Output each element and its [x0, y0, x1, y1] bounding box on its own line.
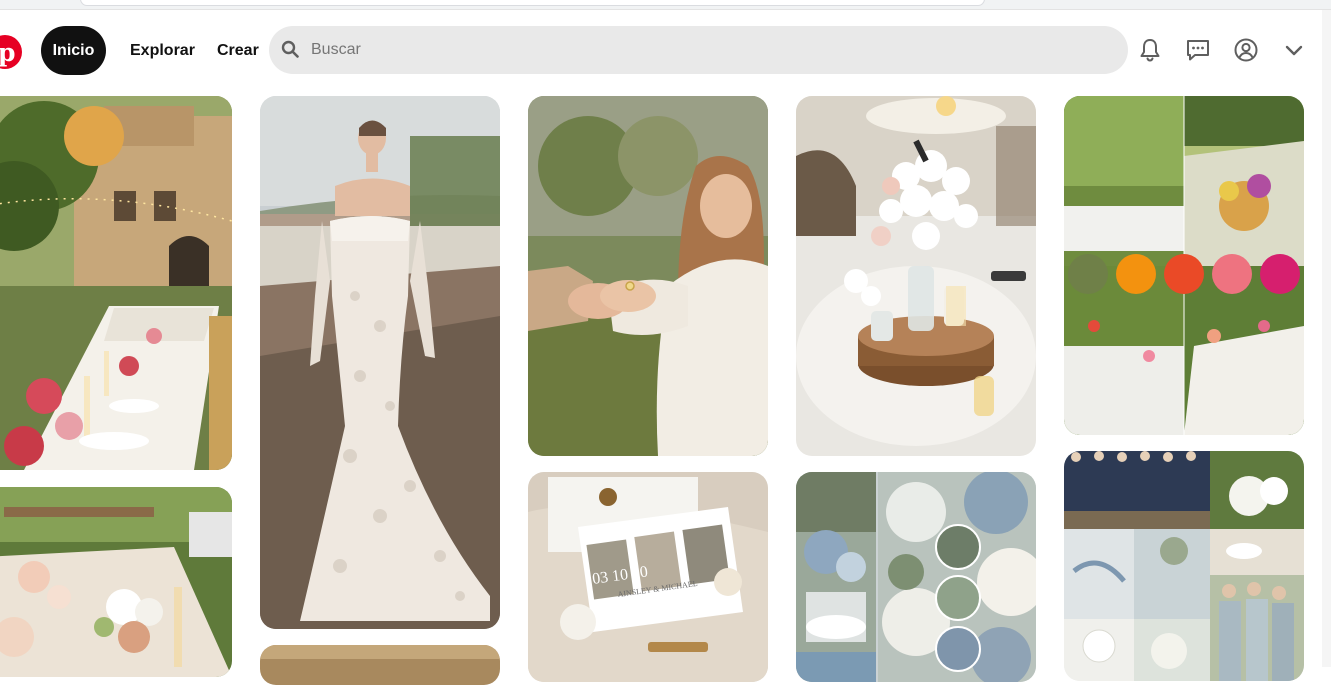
top-header: p Inicio Explorar Crear: [0, 10, 1331, 90]
search-input[interactable]: [309, 26, 1109, 74]
bell-icon[interactable]: [1137, 37, 1163, 63]
pin-color-palette-collage[interactable]: [1064, 96, 1304, 435]
chat-icon[interactable]: [1185, 37, 1211, 63]
search-bar[interactable]: [269, 26, 1128, 74]
page-scrollbar[interactable]: [1322, 10, 1331, 667]
nav-explore-link[interactable]: Explorar: [130, 26, 195, 75]
nav-create-link[interactable]: Crear: [217, 26, 259, 75]
pin-wedding-invitation[interactable]: AINSLEY & MICHAEL 03 10 20: [528, 472, 768, 682]
chevron-down-icon[interactable]: [1284, 40, 1304, 60]
user-icon[interactable]: [1233, 37, 1259, 63]
pin-bride-gown[interactable]: [260, 96, 500, 629]
browser-address-bar-edge: [80, 0, 985, 6]
pin-wedding-party-collage[interactable]: [1064, 451, 1304, 681]
browser-top-strip: [0, 0, 1331, 10]
pin-couple-hands[interactable]: [528, 96, 768, 456]
pin-babys-breath-centerpiece[interactable]: [796, 96, 1036, 456]
pin-villa-banquet[interactable]: [0, 96, 232, 470]
pinterest-logo[interactable]: p: [0, 35, 22, 69]
pin-dusty-blue-palette[interactable]: [796, 472, 1036, 682]
pin-garden-table[interactable]: [0, 487, 232, 677]
nav-home-button[interactable]: Inicio: [41, 26, 106, 75]
search-icon: [281, 40, 299, 63]
pin-bottom-col2[interactable]: [260, 645, 500, 685]
